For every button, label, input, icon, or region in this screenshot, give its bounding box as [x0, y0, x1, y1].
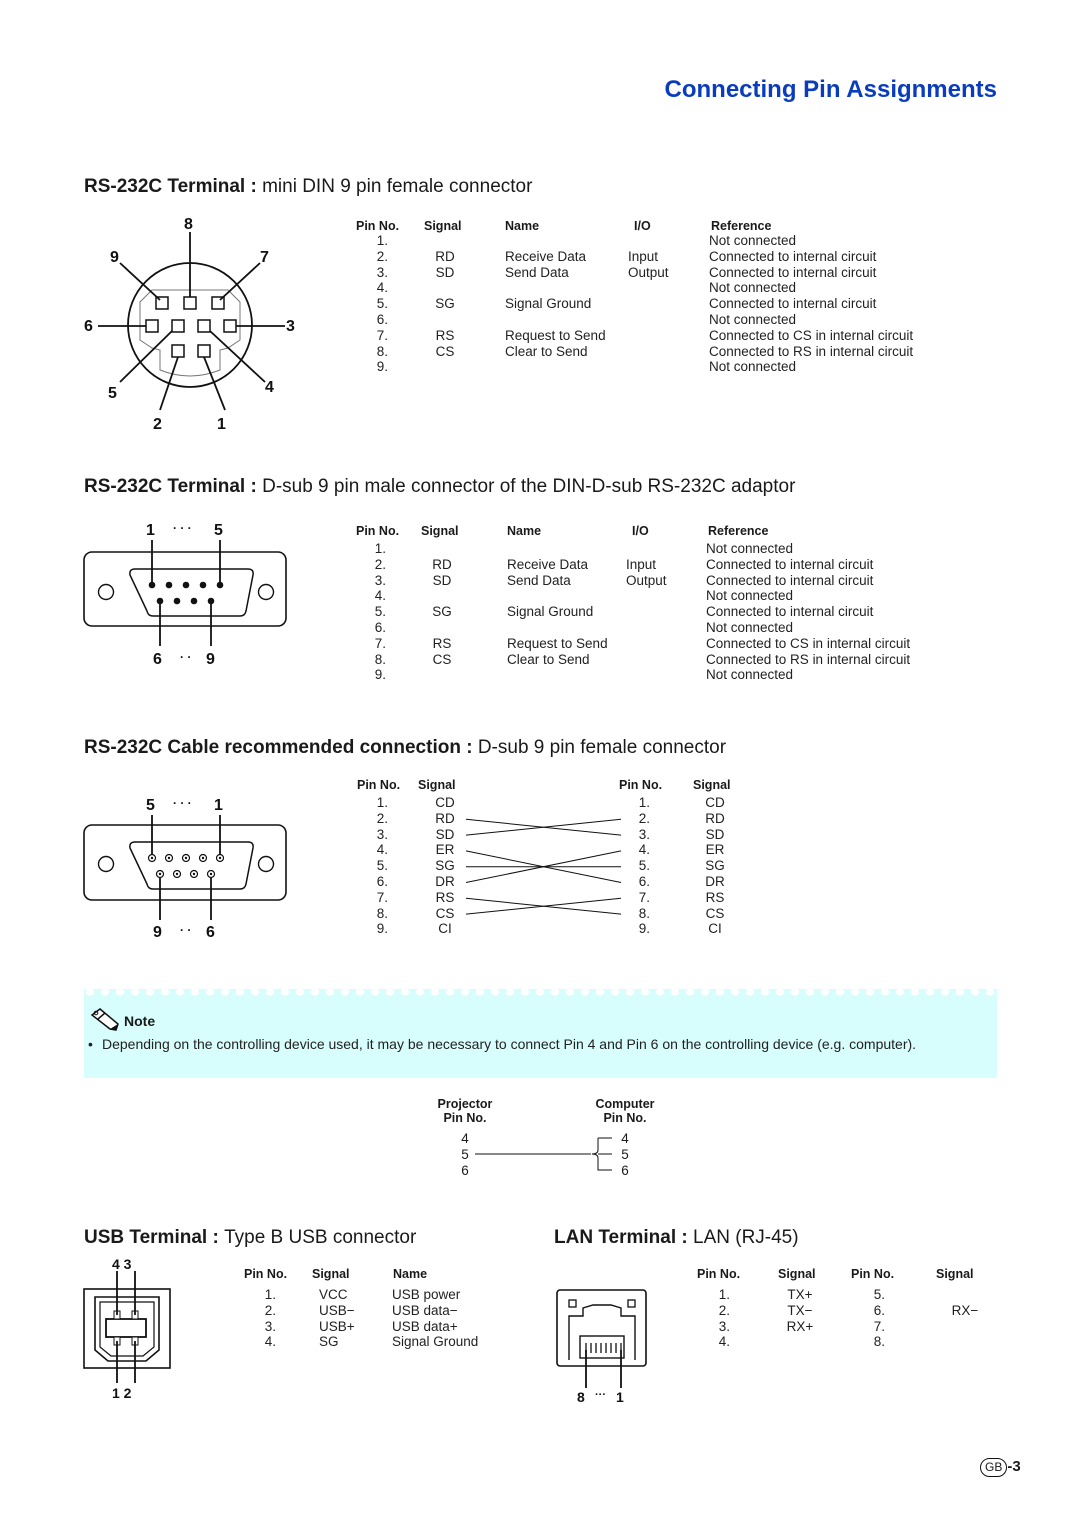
page-number-suffix: -3	[1007, 1458, 1021, 1475]
signal: TX+	[787, 1287, 813, 1302]
pin-number: 4.	[718, 1334, 730, 1350]
pin-number: 3.	[264, 1318, 276, 1334]
usb-label-bottom: 1 2	[112, 1385, 132, 1401]
signal: VCC	[319, 1287, 348, 1302]
header-signal: Signal	[312, 1267, 350, 1281]
pin-number: 4.	[264, 1334, 276, 1350]
projector-label: Projector	[437, 1097, 493, 1111]
usb-heading: USB Terminal : Type B USB connector	[84, 1227, 416, 1249]
header-pin-no: Pin No.	[244, 1267, 288, 1281]
usb-heading-bold: USB Terminal	[84, 1227, 208, 1248]
lan-heading: LAN Terminal : LAN (RJ-45)	[554, 1227, 799, 1249]
lan-heading-rest: LAN (RJ-45)	[693, 1227, 799, 1248]
note-scalloped-edge	[85, 988, 995, 996]
rj45-connector-diagram: 8 ··· 1	[556, 1289, 647, 1405]
pin-number: 3.	[718, 1318, 730, 1334]
header-pin-no: Pin No.	[697, 1267, 741, 1281]
cable-wiring-lines	[465, 818, 622, 915]
note-text: • Depending on the controlling device use…	[88, 1035, 988, 1053]
pin-number-2: 5.	[873, 1287, 885, 1302]
pin-number: 1.	[264, 1287, 276, 1302]
projector-header: Projector Pin No.	[420, 1097, 510, 1125]
header-pin-no-2: Pin No.	[851, 1267, 895, 1281]
usb-type-b-connector-diagram: 4 3 1 2	[83, 1256, 171, 1401]
signal-name: Signal Ground	[392, 1334, 479, 1350]
region-badge: GB	[980, 1458, 1008, 1477]
pin-number-2: 7.	[873, 1318, 885, 1334]
signal: USB+	[319, 1318, 355, 1334]
pin-number-2: 6.	[873, 1302, 885, 1318]
signal: SG	[319, 1334, 339, 1350]
signal-name: USB data+	[392, 1318, 458, 1334]
signal-name: USB power	[392, 1287, 461, 1302]
heading-separator: :	[676, 1227, 693, 1248]
pin-number: 1.	[718, 1287, 730, 1302]
usb-heading-rest: Type B USB connector	[224, 1227, 417, 1248]
signal-name: USB data−	[392, 1302, 458, 1318]
pin-number-2: 8.	[873, 1334, 885, 1350]
lan-label-left: 8	[577, 1389, 585, 1405]
pencil-icon	[90, 1008, 119, 1031]
usb-label-top: 4 3	[112, 1256, 132, 1272]
computer-header: Computer Pin No.	[580, 1097, 670, 1125]
note-box	[84, 988, 997, 1078]
signal: TX−	[787, 1302, 813, 1318]
lan-label-dots: ···	[595, 1389, 606, 1401]
pin-no-label: Pin No.	[603, 1111, 647, 1125]
computer-label: Computer	[595, 1097, 655, 1111]
pin-number: 2.	[264, 1302, 276, 1318]
page-number: GB -3	[980, 1458, 1021, 1477]
signal: USB−	[319, 1302, 355, 1318]
loopback-wires	[475, 1137, 612, 1171]
pin-number: 2.	[718, 1302, 730, 1318]
header-signal: Signal	[778, 1267, 816, 1281]
header-signal-2: Signal	[936, 1267, 974, 1281]
signal-2: RX−	[951, 1302, 979, 1318]
lan-heading-bold: LAN Terminal	[554, 1227, 677, 1248]
heading-separator: :	[207, 1227, 225, 1248]
header-name: Name	[393, 1267, 428, 1281]
note-body: Depending on the controlling device used…	[102, 1036, 917, 1052]
lan-label-right: 1	[616, 1389, 624, 1405]
pin-no-label: Pin No.	[443, 1111, 487, 1125]
signal: RX+	[786, 1318, 814, 1334]
bullet: •	[88, 1036, 93, 1052]
note-title: Note	[124, 1013, 156, 1029]
